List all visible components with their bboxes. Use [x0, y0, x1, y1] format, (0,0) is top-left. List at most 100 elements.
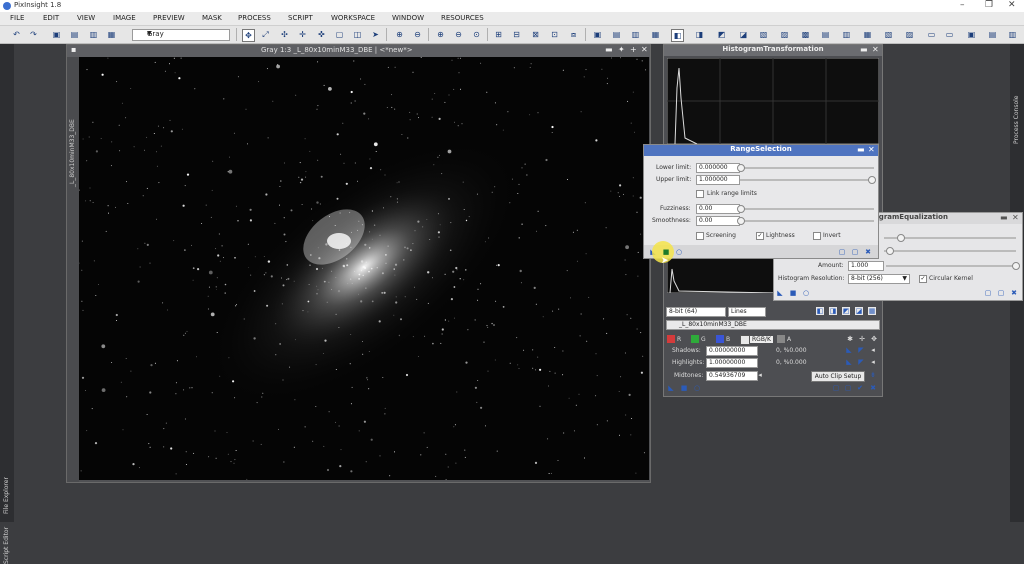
channel-g-swatch[interactable]: [691, 335, 699, 343]
highlights-clip-icon[interactable]: ◣: [845, 358, 853, 366]
screening-checkbox[interactable]: [696, 232, 704, 240]
close-icon[interactable]: ✕: [1008, 0, 1016, 10]
shade-icon[interactable]: ▬: [605, 45, 613, 54]
mask-show-icon[interactable]: ▣: [592, 29, 603, 40]
apply-check-icon[interactable]: ✔: [856, 384, 864, 392]
histogram-title-bar[interactable]: HistogramTransformation ▬ ✕: [664, 45, 882, 56]
upper-limit-knob[interactable]: [868, 176, 876, 184]
view-selector[interactable]: Gray ▼: [132, 29, 230, 41]
pan-icon[interactable]: ✥: [870, 335, 878, 343]
preview-3-icon[interactable]: ▩: [800, 29, 811, 40]
zoom-4-icon[interactable]: ◪: [855, 307, 863, 315]
lhe-slider-2-knob[interactable]: [886, 247, 894, 255]
menu-process[interactable]: PROCESS: [238, 14, 271, 22]
histogram-graph-bottom[interactable]: [667, 257, 777, 293]
stf-link-icon[interactable]: ⊟: [511, 29, 522, 40]
script-editor-tab[interactable]: Script Editor: [3, 527, 10, 564]
move-icon[interactable]: ✣: [279, 29, 290, 40]
histogram-graph-top[interactable]: [667, 58, 879, 144]
invert-checkbox[interactable]: [813, 232, 821, 240]
doc-icon[interactable]: ▢: [832, 384, 840, 392]
undo-icon[interactable]: ↶: [11, 29, 22, 40]
monitor-icon[interactable]: ▭: [926, 29, 937, 40]
redo-icon[interactable]: ↷: [28, 29, 39, 40]
shadows-field[interactable]: 0.00000000: [706, 346, 758, 356]
fuzziness-slider[interactable]: [740, 208, 874, 210]
doc-2-icon[interactable]: ▢: [997, 289, 1005, 297]
maximize-icon[interactable]: ✦: [618, 45, 625, 54]
reset-icon[interactable]: ◂: [869, 346, 877, 354]
mask-icon[interactable]: ▤: [69, 29, 80, 40]
midtones-field[interactable]: 0.54936709: [706, 371, 758, 381]
preview-4-icon[interactable]: ▤: [820, 29, 831, 40]
zoom-in-icon[interactable]: ⊕: [394, 29, 405, 40]
stats-icon[interactable]: ◩: [716, 29, 727, 40]
shade-icon[interactable]: ▬: [1000, 213, 1008, 222]
menu-script[interactable]: SCRIPT: [288, 14, 313, 22]
zoom-fit-icon[interactable]: ⊙: [471, 29, 482, 40]
zoom-select[interactable]: 8-bit (64): [666, 307, 726, 317]
stf-icon[interactable]: ⊞: [493, 29, 504, 40]
mask-enable-icon[interactable]: ▥: [630, 29, 641, 40]
new-instance-icon[interactable]: ◣: [667, 384, 675, 392]
shade-icon[interactable]: ▬: [860, 45, 868, 54]
lower-limit-knob[interactable]: [737, 164, 745, 172]
galaxy-image[interactable]: [79, 57, 649, 480]
range-selection-title-bar[interactable]: RangeSelection ▬ ✕: [644, 145, 878, 156]
mask-tools-icon[interactable]: ▦: [650, 29, 661, 40]
doc-icon[interactable]: ▢: [984, 289, 992, 297]
image-side-tab[interactable]: _L_80x10minM33_DBE: [67, 57, 79, 482]
upper-limit-slider[interactable]: [740, 179, 874, 181]
image-window-title-bar[interactable]: ▪ Gray 1:3 _L_80x10minM33_DBE | <*new*> …: [67, 45, 650, 57]
copy-icon[interactable]: ▣: [51, 29, 62, 40]
preview-7-icon[interactable]: ▧: [883, 29, 894, 40]
realtime-preview-icon[interactable]: ○: [802, 289, 810, 297]
channel-a-swatch[interactable]: [777, 335, 785, 343]
settings-icon[interactable]: ✱: [846, 335, 854, 343]
new-instance-icon[interactable]: ◣: [776, 289, 784, 297]
reset-all-icon[interactable]: ✖: [869, 384, 877, 392]
channel-rgbk-swatch[interactable]: [740, 335, 750, 345]
workspace-3-icon[interactable]: ▥: [1007, 29, 1018, 40]
process-console-tab[interactable]: Process Console: [1013, 96, 1020, 145]
realtime-preview-icon[interactable]: ○: [693, 384, 701, 392]
fuzziness-knob[interactable]: [737, 205, 745, 213]
menu-preview[interactable]: PREVIEW: [153, 14, 185, 22]
graph-style-select[interactable]: Lines: [728, 307, 766, 317]
lhe-slider-1-knob[interactable]: [897, 234, 905, 242]
iconize-icon[interactable]: +: [630, 45, 637, 54]
link-range-checkbox[interactable]: [696, 190, 704, 198]
target-view-select[interactable]: _L_80x10minM33_DBE: [666, 320, 880, 330]
zoom-out-2-icon[interactable]: ⊖: [453, 29, 464, 40]
menu-file[interactable]: FILE: [10, 14, 24, 22]
realtime-preview-icon[interactable]: ○: [675, 248, 683, 256]
amount-field[interactable]: 1.000: [848, 261, 884, 271]
smoothness-field[interactable]: 0.00: [696, 216, 740, 226]
shadows-clip-icon[interactable]: ◣: [845, 346, 853, 354]
auto-clip-icon[interactable]: ⇟: [869, 371, 877, 379]
frame-icon[interactable]: ▢: [334, 29, 345, 40]
shadows-clip-2-icon[interactable]: ◤: [857, 346, 865, 354]
reset-all-icon[interactable]: ✖: [1010, 289, 1018, 297]
circular-kernel-checkbox[interactable]: ✓: [919, 275, 927, 283]
apply-icon[interactable]: ■: [680, 384, 688, 392]
pan-icon[interactable]: ✥: [242, 29, 255, 42]
menu-resources[interactable]: RESOURCES: [441, 14, 484, 22]
lightness-checkbox[interactable]: ✓: [756, 232, 764, 240]
highlights-field[interactable]: 1.00000000: [706, 358, 758, 368]
lower-limit-field[interactable]: 0.000000: [696, 163, 740, 173]
doc-2-icon[interactable]: ▢: [844, 384, 852, 392]
pointer-icon[interactable]: ➤: [370, 29, 381, 40]
menu-workspace[interactable]: WORKSPACE: [331, 14, 375, 22]
channel-r-swatch[interactable]: [667, 335, 675, 343]
apply-icon[interactable]: ■: [789, 289, 797, 297]
file-explorer-tab[interactable]: File Explorer: [3, 477, 10, 514]
smoothness-slider[interactable]: [740, 220, 874, 222]
paste-icon[interactable]: ▥: [88, 29, 99, 40]
close-icon[interactable]: ✕: [872, 45, 879, 54]
monitor-2-icon[interactable]: ▭: [944, 29, 955, 40]
window-menu-icon[interactable]: ▪: [71, 45, 76, 54]
preview-8-icon[interactable]: ▨: [904, 29, 915, 40]
upper-limit-field[interactable]: 1.000000: [696, 175, 740, 185]
channel-b-swatch[interactable]: [716, 335, 724, 343]
